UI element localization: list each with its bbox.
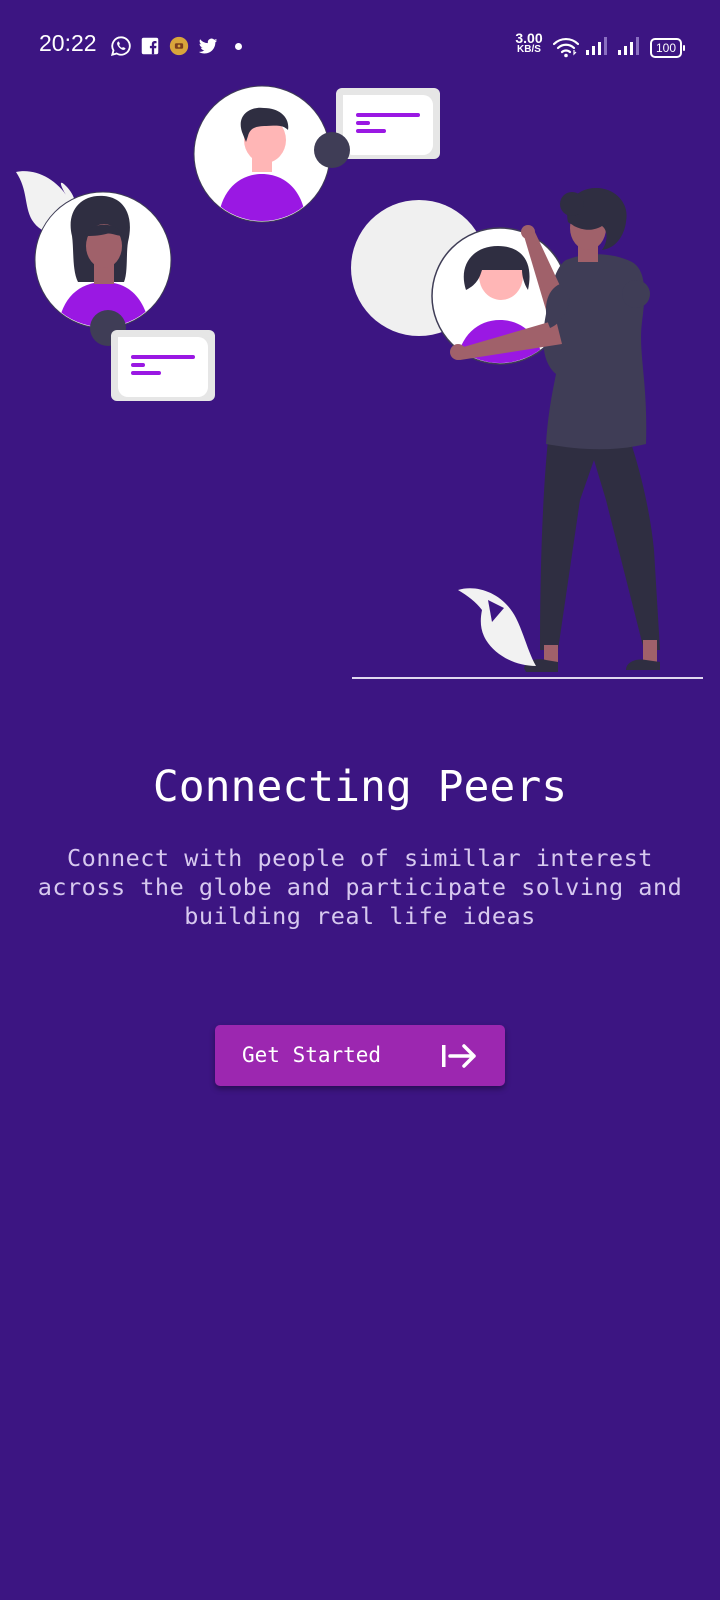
get-started-label: Get Started — [242, 1043, 382, 1067]
avatar-woman-left — [34, 191, 172, 329]
onboarding-description: Connect with people of simillar interest… — [37, 844, 683, 930]
whatsapp-icon — [110, 36, 131, 57]
signal-1-icon — [586, 37, 607, 55]
onboarding-title: Connecting Peers — [152, 762, 568, 812]
avatar-man — [193, 85, 331, 223]
status-time: 20:22 — [39, 30, 97, 56]
network-speed-unit: KB/S — [517, 44, 541, 55]
battery-indicator: 100 — [650, 38, 685, 58]
chat-bubble-top — [336, 88, 440, 159]
network-speed: 3.00 KB/S — [512, 30, 546, 55]
facebook-icon — [141, 37, 159, 55]
connector-dot-top — [314, 132, 350, 168]
get-started-button[interactable]: Get Started — [215, 1025, 505, 1086]
signal-2-icon — [618, 37, 639, 55]
app-icon — [169, 36, 189, 56]
network-speed-value: 3.00 — [515, 30, 543, 46]
arrow-right-to-bar-icon — [442, 1044, 476, 1068]
wifi-icon — [553, 37, 579, 58]
chat-bubble-left — [111, 330, 215, 401]
status-bar: 20:22 3.00 KB/S 100 — [0, 0, 720, 92]
connecting-people-illustration — [16, 85, 703, 679]
leaf-bottom — [458, 588, 536, 666]
twitter-icon — [198, 38, 218, 54]
more-notifications-dot-icon — [235, 43, 242, 50]
